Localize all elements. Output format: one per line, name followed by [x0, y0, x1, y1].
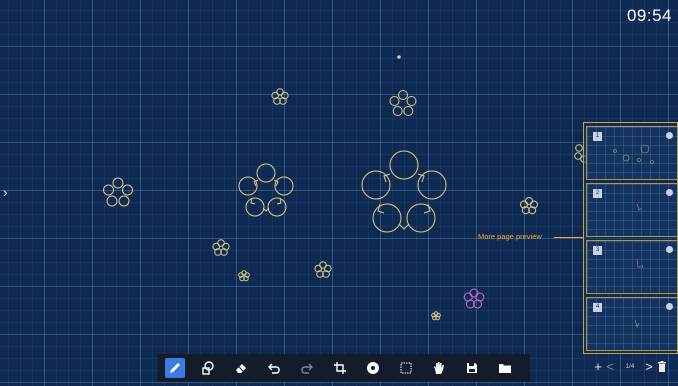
add-page-button[interactable]: + [592, 356, 604, 378]
folder-icon[interactable] [495, 358, 515, 378]
page-count: 1/4 [625, 364, 635, 370]
whiteboard-canvas[interactable]: 09:54 › More page preview 1 2 3 4 + < 1/… [0, 0, 678, 386]
flower-shape [103, 177, 133, 207]
chevron-right-icon[interactable]: › [3, 184, 13, 200]
flower-shape [361, 150, 447, 233]
callout-line [554, 237, 583, 238]
flower-shape [389, 90, 417, 116]
prev-page-button[interactable]: < [605, 356, 615, 378]
flower-shape-pink [463, 288, 485, 309]
save-icon[interactable] [462, 358, 482, 378]
page-preview-panel: 1 2 3 4 [583, 122, 678, 354]
clock: 09:54 [626, 6, 672, 25]
thumbnail-drawing [636, 258, 644, 269]
thumbnail-drawing [636, 203, 643, 211]
thumbnail-drawing [634, 319, 640, 328]
page-thumbnail[interactable]: 4 [586, 297, 678, 351]
flower-shape [314, 261, 332, 278]
pen-icon[interactable] [165, 358, 185, 378]
trash-icon[interactable] [656, 356, 668, 378]
flower-shape [520, 197, 538, 215]
bottom-toolbar [158, 354, 530, 382]
page-thumbnail[interactable]: 2 [586, 183, 678, 237]
next-page-button[interactable]: > [644, 356, 654, 378]
disc-icon[interactable] [363, 358, 383, 378]
select-box-icon[interactable] [396, 358, 416, 378]
callout-label: More page preview [478, 232, 542, 241]
flower-shape [271, 88, 289, 105]
flower-shape [238, 163, 294, 217]
flower-shape [238, 270, 250, 282]
crop-icon[interactable] [330, 358, 350, 378]
shapes-icon[interactable] [198, 358, 218, 378]
hand-icon[interactable] [429, 358, 449, 378]
dot-shape [397, 55, 401, 59]
eraser-icon[interactable] [231, 358, 251, 378]
flower-shape [212, 239, 230, 256]
flower-shape [431, 311, 441, 321]
thumbnail-drawing [613, 144, 654, 164]
undo-icon[interactable] [264, 358, 284, 378]
page-navigation: + < 1/4 > [584, 356, 678, 378]
redo-icon[interactable] [297, 358, 317, 378]
page-thumbnail[interactable]: 1 [586, 126, 678, 180]
drawing-layer[interactable] [0, 0, 678, 386]
page-thumbnail[interactable]: 3 [586, 240, 678, 294]
